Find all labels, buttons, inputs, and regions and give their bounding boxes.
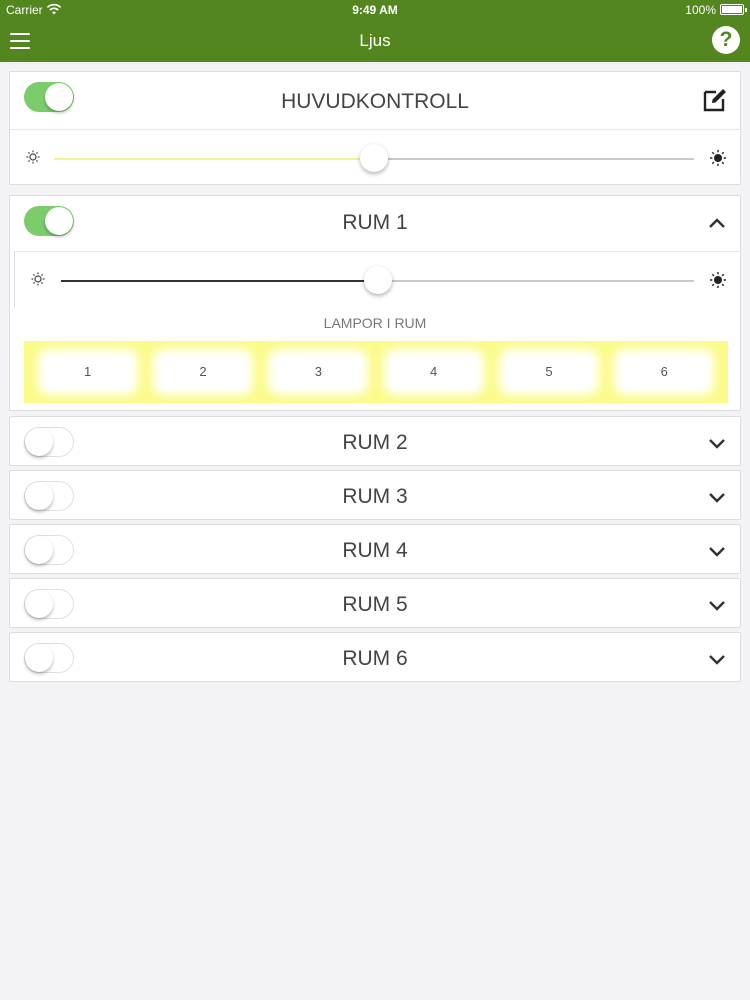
room-card-2[interactable]: RUM 2 (9, 416, 741, 466)
room-1-slider-track[interactable] (61, 266, 694, 294)
room-6-title: RUM 6 (342, 647, 408, 670)
chevron-down-icon[interactable] (708, 545, 726, 559)
room-3-title: RUM 3 (342, 485, 408, 508)
sun-high-icon (710, 150, 726, 166)
lamp-button-5[interactable]: 5 (506, 357, 591, 387)
room-1-slider-thumb[interactable] (363, 266, 392, 294)
room-card-3[interactable]: RUM 3 (9, 470, 741, 520)
help-icon[interactable]: ? (712, 26, 740, 54)
lamps-bar: 1 2 3 4 5 6 (24, 341, 728, 403)
room-4-title: RUM 4 (342, 539, 408, 562)
chevron-down-icon[interactable] (708, 491, 726, 505)
master-slider-fill (54, 158, 374, 160)
navigation-bar: Carrier 9:49 AM 100% Ljus ? (0, 0, 750, 62)
sun-high-icon (710, 272, 726, 288)
lamp-button-3[interactable]: 3 (276, 357, 361, 387)
clock: 9:49 AM (352, 3, 398, 17)
edit-icon[interactable] (702, 87, 728, 113)
lamp-button-2[interactable]: 2 (160, 357, 245, 387)
room-card-1: RUM 1 LAMPOR I RUM 1 2 3 4 5 6 (9, 195, 741, 411)
master-slider-track[interactable] (54, 144, 694, 172)
battery-percent: 100% (685, 3, 716, 17)
room-2-title: RUM 2 (342, 431, 408, 454)
page-title: Ljus (359, 31, 391, 50)
chevron-up-icon[interactable] (708, 216, 726, 230)
master-brightness-slider (10, 129, 740, 185)
room-5-title: RUM 5 (342, 593, 408, 616)
status-bar: Carrier 9:49 AM 100% (0, 0, 750, 20)
sun-low-icon (31, 272, 45, 286)
master-title: HUVUDKONTROLL (281, 90, 469, 113)
lamp-button-6[interactable]: 6 (622, 357, 707, 387)
room-1-brightness-slider (14, 251, 740, 307)
lamp-button-1[interactable]: 1 (45, 357, 130, 387)
chevron-down-icon[interactable] (708, 437, 726, 451)
master-control-card: HUVUDKONTROLL (9, 71, 741, 185)
room-1-title: RUM 1 (342, 211, 408, 234)
chevron-down-icon[interactable] (708, 599, 726, 613)
room-card-5[interactable]: RUM 5 (9, 578, 741, 628)
room-1-slider-fill (61, 280, 378, 282)
sun-low-icon (26, 150, 40, 164)
chevron-down-icon[interactable] (708, 653, 726, 667)
lamp-button-4[interactable]: 4 (391, 357, 476, 387)
battery-icon (720, 4, 747, 15)
lamps-label: LAMPOR I RUM (323, 315, 427, 331)
room-card-4[interactable]: RUM 4 (9, 524, 741, 574)
room-card-6[interactable]: RUM 6 (9, 632, 741, 682)
master-slider-thumb[interactable] (360, 144, 388, 172)
